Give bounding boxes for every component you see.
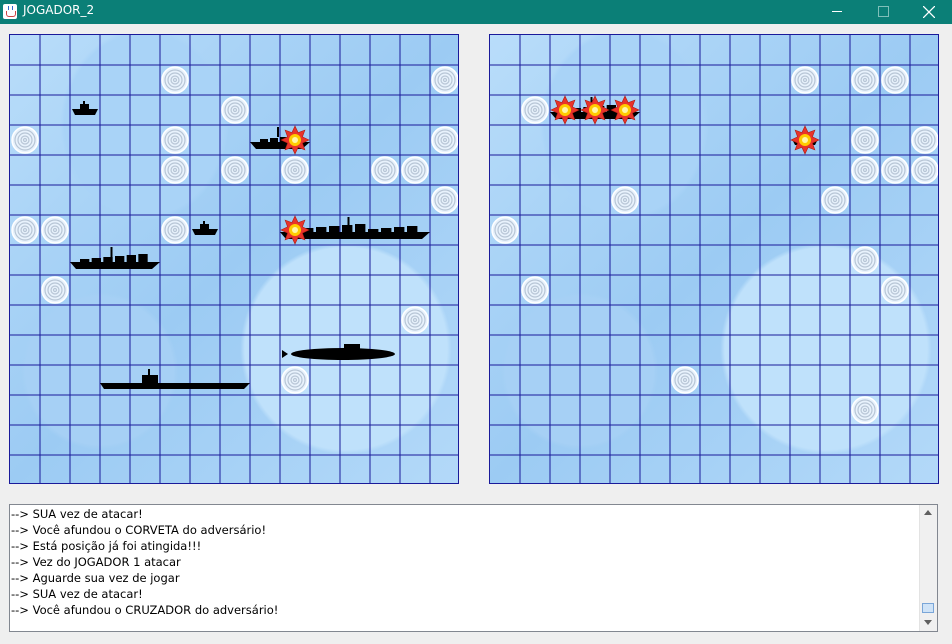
miss-ripple-icon xyxy=(521,276,549,304)
scroll-up-arrow-icon[interactable] xyxy=(920,505,936,521)
maximize-icon xyxy=(878,6,889,17)
hit-explosion-icon xyxy=(610,95,640,125)
miss-ripple-icon xyxy=(11,216,39,244)
close-icon xyxy=(923,6,935,18)
log-lines: --> SUA vez de atacar! --> Você afundou … xyxy=(11,506,921,618)
title-bar: JOGADOR_2 xyxy=(0,0,952,24)
close-button[interactable] xyxy=(906,0,952,24)
miss-ripple-icon xyxy=(431,186,458,214)
log-line: --> SUA vez de atacar! xyxy=(11,587,143,601)
java-cup-icon xyxy=(3,4,17,19)
log-line: --> Você afundou o CORVETA do adversário… xyxy=(11,523,267,537)
miss-ripple-icon xyxy=(431,66,458,94)
own-board xyxy=(9,34,459,484)
miss-ripple-icon xyxy=(881,66,909,94)
miss-ripple-icon xyxy=(671,366,699,394)
log-line: --> SUA vez de atacar! xyxy=(11,507,143,521)
miss-ripple-icon xyxy=(221,96,249,124)
hit-explosion-icon xyxy=(580,95,610,125)
miss-ripple-icon xyxy=(821,186,849,214)
miss-ripple-icon xyxy=(521,96,549,124)
miss-ripple-icon xyxy=(611,186,639,214)
hit-explosion-icon xyxy=(790,125,820,155)
miss-ripple-icon xyxy=(881,276,909,304)
message-log[interactable]: --> SUA vez de atacar! --> Você afundou … xyxy=(9,504,938,632)
hit-explosion-icon xyxy=(280,125,310,155)
miss-ripple-icon xyxy=(281,366,309,394)
miss-ripple-icon xyxy=(221,156,249,184)
log-line: --> Você afundou o CRUZADOR do adversári… xyxy=(11,603,279,617)
small-boat-ship-icon xyxy=(72,101,98,115)
small-boat-ship-icon xyxy=(192,221,218,235)
miss-ripple-icon xyxy=(881,156,909,184)
carrier-ship-icon xyxy=(100,369,250,389)
scroll-thumb[interactable] xyxy=(922,603,934,613)
miss-ripple-icon xyxy=(41,276,69,304)
miss-ripple-icon xyxy=(371,156,399,184)
miss-ripple-icon xyxy=(851,66,879,94)
miss-ripple-icon xyxy=(11,126,39,154)
miss-ripple-icon xyxy=(161,216,189,244)
window-title: JOGADOR_2 xyxy=(23,3,95,17)
miss-ripple-icon xyxy=(401,156,429,184)
miss-ripple-icon xyxy=(431,126,458,154)
miss-ripple-icon xyxy=(161,126,189,154)
miss-ripple-icon xyxy=(401,306,429,334)
miss-ripple-icon xyxy=(851,156,879,184)
minimize-icon xyxy=(832,11,842,12)
minimize-button[interactable] xyxy=(814,0,860,24)
hit-explosion-icon xyxy=(280,215,310,245)
enemy-board-grid[interactable] xyxy=(490,35,939,484)
log-line: --> Vez do JOGADOR 1 atacar xyxy=(11,555,181,569)
maximize-button[interactable] xyxy=(860,0,906,24)
miss-ripple-icon xyxy=(491,216,519,244)
miss-ripple-icon xyxy=(911,126,938,154)
enemy-board[interactable] xyxy=(489,34,939,484)
miss-ripple-icon xyxy=(851,246,879,274)
miss-ripple-icon xyxy=(911,156,938,184)
miss-ripple-icon xyxy=(41,216,69,244)
miss-ripple-icon xyxy=(161,66,189,94)
submarine-ship-icon xyxy=(282,344,395,360)
log-line: --> Aguarde sua vez de jogar xyxy=(11,571,180,585)
miss-ripple-icon xyxy=(851,126,879,154)
miss-ripple-icon xyxy=(281,156,309,184)
log-scrollbar[interactable] xyxy=(919,505,937,631)
own-board-grid[interactable] xyxy=(10,35,459,484)
scroll-down-arrow-icon[interactable] xyxy=(920,615,936,631)
hit-explosion-icon xyxy=(550,95,580,125)
miss-ripple-icon xyxy=(791,66,819,94)
miss-ripple-icon xyxy=(851,396,879,424)
log-line: --> Está posição já foi atingida!!! xyxy=(11,539,202,553)
warship-ship-icon xyxy=(70,247,160,269)
miss-ripple-icon xyxy=(161,156,189,184)
